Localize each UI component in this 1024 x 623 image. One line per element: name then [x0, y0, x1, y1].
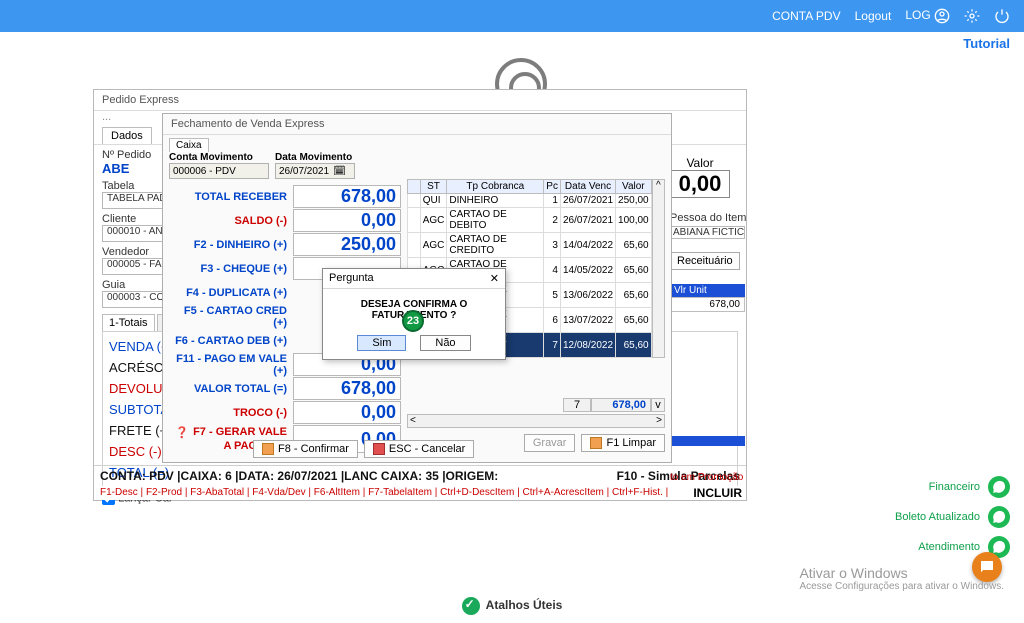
- f7-gerar-vale-label[interactable]: ❓F7 - GERAR VALE: [169, 425, 287, 439]
- f6-cartao-deb-label[interactable]: F6 - CARTAO DEB (+): [169, 329, 287, 353]
- valor-box: Valor 0,00: [670, 156, 730, 198]
- power-icon: [994, 8, 1010, 24]
- promo-label: to em Promoção: [670, 472, 743, 483]
- wa-financeiro[interactable]: Financeiro: [929, 481, 980, 493]
- tab-totais[interactable]: 1-Totais: [102, 314, 155, 331]
- valor-value: 0,00: [670, 170, 730, 198]
- settings-button[interactable]: [964, 8, 980, 24]
- dialog-close-icon[interactable]: ✕: [490, 272, 499, 285]
- vlr-unit-value: 678,00: [670, 297, 745, 312]
- whatsapp-icon[interactable]: [988, 476, 1010, 498]
- data-mov-field[interactable]: 26/07/2021 🗓: [275, 163, 355, 179]
- log-link[interactable]: LOG: [905, 8, 950, 24]
- cliente-label: Cliente: [102, 213, 136, 225]
- saldo-label: SALDO (-): [169, 209, 287, 233]
- saldo-value: 0,00: [293, 209, 401, 232]
- nao-button[interactable]: Não: [420, 335, 470, 351]
- cobranca-count: 7: [563, 398, 591, 412]
- table-hscroll[interactable]: <>: [407, 414, 665, 428]
- vendedor-label: Vendedor: [102, 246, 149, 258]
- num-pedido-label: Nº Pedido: [102, 149, 151, 161]
- f2-dinheiro-label[interactable]: F2 - DINHEIRO (+): [169, 233, 287, 257]
- f3-cheque-label[interactable]: F3 - CHEQUE (+): [169, 257, 287, 281]
- col-st[interactable]: ST: [420, 180, 447, 194]
- table-row[interactable]: QUIDINHEIRO126/07/2021250,00: [408, 194, 652, 208]
- pessoa-item-label: Pessoa do Item: [670, 212, 746, 224]
- check-circle-icon: [462, 597, 480, 615]
- sim-button[interactable]: Sim: [357, 335, 406, 351]
- conta-mov-field[interactable]: 000006 - PDV: [169, 163, 269, 179]
- col-data-venc[interactable]: Data Venc: [560, 180, 615, 194]
- valor-total-value: 678,00: [293, 377, 401, 400]
- col-pc[interactable]: Pc: [544, 180, 561, 194]
- table-vscroll[interactable]: ^: [652, 179, 665, 358]
- cancel-icon: [373, 443, 385, 455]
- troco-value: 0,00: [293, 401, 401, 424]
- cancelar-button[interactable]: ESC - Cancelar: [364, 440, 474, 458]
- f4-duplicata-label[interactable]: F4 - DUPLICATA (+): [169, 281, 287, 305]
- windows-watermark: Ativar o Windows Acesse Configurações pa…: [799, 565, 1004, 592]
- top-bar: CONTA PDV Logout LOG: [0, 0, 1024, 32]
- wa-boleto[interactable]: Boleto Atualizado: [895, 511, 980, 523]
- pedido-title: Pedido Express: [94, 90, 746, 111]
- wa-atendimento[interactable]: Atendimento: [918, 541, 980, 553]
- tabela-label: Tabela: [102, 180, 134, 192]
- user-circle-icon: [934, 8, 950, 24]
- cobranca-total: 678,00: [591, 398, 651, 412]
- col-valor[interactable]: Valor: [616, 180, 652, 194]
- table-row[interactable]: AGCCARTAO DE CREDITO314/04/202265,60: [408, 233, 652, 258]
- account-label[interactable]: CONTA PDV: [772, 9, 840, 23]
- fechamento-labels: TOTAL RECEBER SALDO (-) F2 - DINHEIRO (+…: [169, 179, 287, 454]
- incluir-label: INCLUIR: [687, 486, 742, 500]
- shortcuts-bar: F1-Desc | F2-Prod | F3-AbaTotal | F4-Vda…: [94, 486, 746, 500]
- receituario-button[interactable]: Receituário: [670, 252, 740, 270]
- dialog-title: Pergunta: [329, 272, 374, 285]
- data-mov-label: Data Movimento: [275, 152, 355, 163]
- tab-dados[interactable]: Dados: [102, 127, 152, 144]
- table-vscroll-down[interactable]: v: [651, 398, 665, 412]
- fechamento-title: Fechamento de Venda Express: [163, 114, 671, 135]
- total-receber-value: 678,00: [293, 185, 401, 208]
- calendar-icon[interactable]: 🗓: [333, 166, 346, 177]
- col-tp-cobranca[interactable]: Tp Cobranca: [447, 180, 544, 194]
- warning-icon: [262, 443, 274, 455]
- valor-label: Valor: [670, 156, 730, 170]
- item-selection-bar: [670, 436, 745, 446]
- f2-value[interactable]: 250,00: [293, 233, 401, 256]
- pedido-status-bar: CONTA: PDV |CAIXA: 6 |DATA: 26/07/2021 |…: [94, 465, 746, 486]
- guia-label: Guia: [102, 279, 125, 291]
- desc-label: DESC (-): [109, 444, 162, 459]
- whatsapp-icon[interactable]: [988, 506, 1010, 528]
- logout-link[interactable]: Logout: [855, 9, 892, 23]
- confirmar-button[interactable]: F8 - Confirmar: [253, 440, 358, 458]
- table-row[interactable]: AGCCARTAO DE DEBITO226/07/2021100,00: [408, 208, 652, 233]
- tutorial-link[interactable]: Tutorial: [963, 36, 1010, 51]
- vlr-unit-header: Vlr Unit: [670, 284, 745, 297]
- tab-caixa[interactable]: Caixa: [169, 138, 209, 152]
- step-badge: 23: [402, 310, 424, 332]
- valor-total-label: VALOR TOTAL (=): [169, 377, 287, 401]
- power-button[interactable]: [994, 8, 1010, 24]
- atalhos-uteis[interactable]: Atalhos Úteis: [0, 597, 1024, 615]
- total-receber-label: TOTAL RECEBER: [169, 185, 287, 209]
- troco-label: TROCO (-): [169, 401, 287, 425]
- pessoa-item-field[interactable]: ABIANA FICTICIA: [670, 226, 745, 239]
- gear-icon: [964, 8, 980, 24]
- help-icon[interactable]: ❓: [175, 426, 189, 439]
- f5-cartao-cred-label[interactable]: F5 - CARTAO CRED (+): [169, 305, 287, 329]
- f11-vale-label[interactable]: F11 - PAGO EM VALE (+): [169, 353, 287, 377]
- conta-mov-label: Conta Movimento: [169, 152, 269, 163]
